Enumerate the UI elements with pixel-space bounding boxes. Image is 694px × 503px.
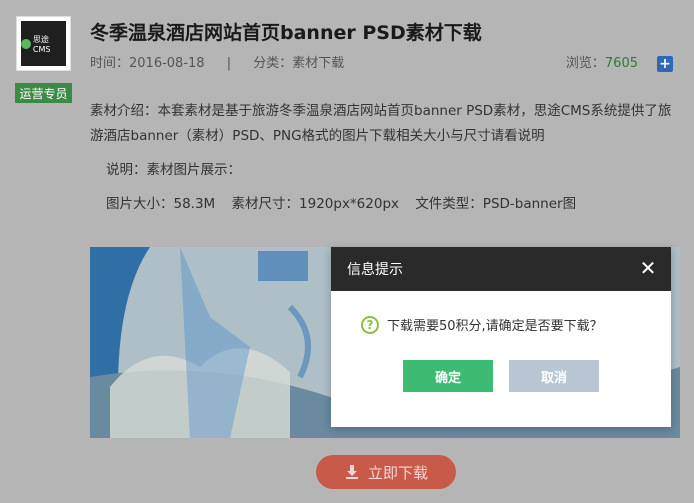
download-label: 立即下载 <box>367 463 428 482</box>
close-icon[interactable]: ✕ <box>639 258 657 278</box>
dialog-message: ? 下载需要50积分,请确定是否要下载？ <box>361 315 603 334</box>
publish-time: 时间：2016-08-18 <box>90 56 205 71</box>
download-icon <box>345 465 358 479</box>
logo-mark-icon <box>21 38 31 49</box>
page: 思途CMS 运营专员 冬季温泉酒店网站首页banner PSD素材下载 时间：2… <box>0 0 694 503</box>
logo: 思途CMS <box>21 21 66 66</box>
view-count: 浏览：7605 <box>566 52 638 71</box>
file-type: 文件类型：PSD-banner图 <box>415 196 577 212</box>
share-plus-icon[interactable]: + <box>657 56 673 72</box>
logo-text: 思途CMS <box>32 34 51 54</box>
article-description: 素材介绍：本套素材是基于旅游冬季温泉酒店网站首页banner PSD素材，思途C… <box>90 103 672 144</box>
meta-separator: | <box>226 56 232 71</box>
file-size: 图片大小：58.3M <box>106 196 216 212</box>
file-info: 图片大小：58.3M 素材尺寸：1920px*620px 文件类型：PSD-ba… <box>106 192 588 212</box>
question-icon: ? <box>361 315 379 334</box>
views-label: 浏览： <box>565 56 605 71</box>
article-note: 说明：素材图片展示： <box>106 162 241 178</box>
confirm-button[interactable]: 确定 <box>403 360 493 392</box>
dialog-message-text: 下载需要50积分,请确定是否要下载？ <box>387 319 603 334</box>
info-dialog: 信息提示 ✕ ? 下载需要50积分,请确定是否要下载？ 确定 取消 <box>331 247 671 427</box>
article-meta: 时间：2016-08-18 | 分类：素材下载 <box>90 52 344 71</box>
dialog-header: 信息提示 ✕ <box>331 247 671 291</box>
dialog-title: 信息提示 <box>347 262 403 278</box>
author-avatar[interactable]: 思途CMS <box>16 16 71 71</box>
page-title: 冬季温泉酒店网站首页banner PSD素材下载 <box>90 22 482 44</box>
download-button[interactable]: 立即下载 <box>316 455 456 489</box>
role-badge: 运营专员 <box>15 83 72 103</box>
views-number: 7605 <box>604 56 638 71</box>
category-label: 分类：素材下载 <box>253 56 345 71</box>
file-dimensions: 素材尺寸：1920px*620px <box>231 196 400 212</box>
cancel-button[interactable]: 取消 <box>509 360 599 392</box>
